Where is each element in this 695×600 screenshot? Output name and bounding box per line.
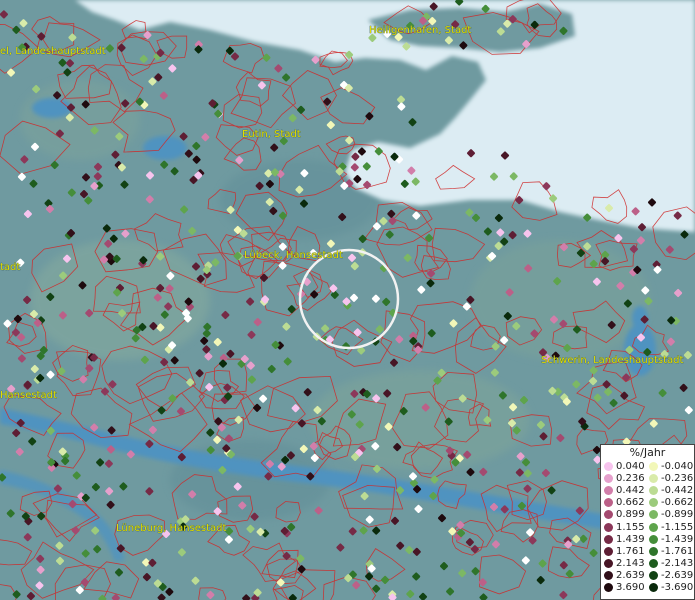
legend-swatch [649,546,658,556]
positive-row: 0.662 [604,497,649,509]
legend-value: -0.899 [661,509,694,521]
legend-value: -1.439 [661,533,694,545]
negative-row: -0.899 [649,509,694,521]
legend-swatch [604,546,613,556]
negative-row: -0.442 [649,484,694,496]
legend-value: 2.639 [616,570,645,582]
legend-swatch [604,522,613,532]
legend-value: 1.155 [616,521,645,533]
legend-value: -0.662 [661,497,694,509]
legend-value: -2.143 [661,558,694,570]
legend-swatch [604,559,613,569]
negative-row: -0.236 [649,472,694,484]
positive-row: 1.155 [604,521,649,533]
legend-value: -2.639 [661,570,694,582]
legend-swatch [604,571,613,581]
legend-value: 1.761 [616,545,645,557]
negative-row: -2.143 [649,558,694,570]
positive-row: 0.040 [604,460,649,472]
map-canvas[interactable]: Heiligenhafen, Stadt el, Landeshauptstad… [0,0,695,600]
legend-value: 2.143 [616,558,645,570]
legend: %/Jahr 0.040 0.236 0.442 0.662 0.899 1.155 1.4… [600,444,695,600]
legend-swatch [649,571,658,581]
legend-swatch [649,534,658,544]
legend-value: 0.236 [616,472,645,484]
negative-row: -3.690 [649,582,694,594]
legend-value: -3.690 [661,582,694,594]
legend-swatch [604,583,613,593]
legend-swatch [649,583,658,593]
positive-row: 0.442 [604,484,649,496]
legend-swatch [604,534,613,544]
legend-swatch [649,473,658,483]
legend-value: 1.439 [616,533,645,545]
legend-positive-column: 0.040 0.236 0.442 0.662 0.899 1.155 1.439 1.761… [604,460,649,594]
legend-negative-column: -0.040 -0.236 -0.442 -0.662 -0.899 -1.155 -1.4… [649,460,694,594]
city-label-eutin: Eutin, Stadt [242,129,301,140]
negative-row: -0.662 [649,497,694,509]
negative-row: -1.761 [649,545,694,557]
positive-row: 0.899 [604,509,649,521]
legend-value: 0.040 [616,460,645,472]
city-label-schwerin: Schwerin, Landeshauptstadt [541,355,684,366]
legend-swatch [649,485,658,495]
positive-row: 2.143 [604,558,649,570]
positive-row: 0.236 [604,472,649,484]
legend-swatch [604,498,613,508]
legend-title: %/Jahr [629,446,666,459]
legend-value: -1.155 [661,521,694,533]
legend-value: -0.040 [661,460,694,472]
legend-value: -0.236 [661,472,694,484]
legend-value: -0.442 [661,484,694,496]
legend-swatch [649,559,658,569]
positive-row: 1.761 [604,545,649,557]
legend-swatch [649,522,658,532]
legend-value: 0.899 [616,509,645,521]
legend-swatch [604,461,613,471]
city-label-heiligenhafen: Heiligenhafen, Stadt [369,25,471,36]
legend-swatch [604,473,613,483]
negative-row: -0.040 [649,460,694,472]
legend-value: 0.442 [616,484,645,496]
legend-value: 3.690 [616,582,645,594]
legend-swatch [604,485,613,495]
negative-row: -1.439 [649,533,694,545]
legend-swatch [649,498,658,508]
legend-swatch [649,510,658,520]
city-label-lueneburg: Lüneburg, Hansestadt [116,523,227,534]
positive-row: 3.690 [604,582,649,594]
positive-row: 2.639 [604,570,649,582]
positive-row: 1.439 [604,533,649,545]
city-label-kiel: el, Landeshauptstadt [0,46,106,57]
city-label-hansestadt: Hansestadt [0,390,57,401]
city-label-stadt-left: tadt [0,262,20,273]
legend-value: 0.662 [616,497,645,509]
legend-swatch [604,510,613,520]
city-label-luebeck: Lübeck, Hansestadt [244,250,343,261]
negative-row: -2.639 [649,570,694,582]
legend-swatch [649,461,658,471]
negative-row: -1.155 [649,521,694,533]
legend-value: -1.761 [661,545,694,557]
